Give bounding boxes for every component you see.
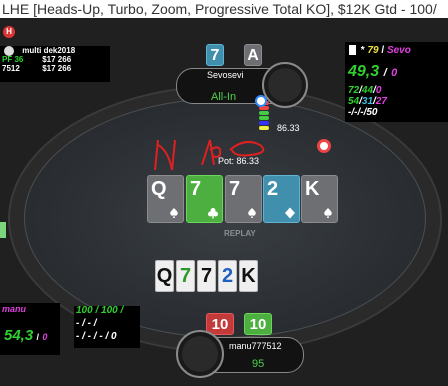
hud-prefix: PF 36 — [2, 55, 24, 64]
mini-card-1: Q — [155, 260, 174, 292]
spade-icon — [324, 208, 332, 218]
hud-tr-name: Sevo — [386, 45, 411, 56]
hud-tr-num: 79 — [367, 45, 379, 56]
hud-tr-big-suffix: 0 — [391, 67, 398, 79]
hud-bottom-mid[interactable]: 100 / 100 / - / - / - / - / - / 0 — [74, 306, 140, 348]
replay-button[interactable]: REPLAY — [224, 229, 256, 238]
hud-top-left[interactable]: multi dek2018 PF 36 $17 266 7512 $17 266 — [0, 46, 110, 82]
hud-tr-s2a: 54 — [348, 96, 360, 107]
opponent-action: All-In — [211, 91, 237, 103]
hud-tr-s1a: 72 — [348, 85, 360, 96]
hud-tr-s3b: - — [354, 107, 358, 118]
pot-label: Pot: 86.33 — [218, 156, 260, 166]
hud-value: 7512 — [2, 64, 20, 73]
spade-icon — [248, 208, 256, 218]
board-card-5: K — [301, 175, 338, 223]
hud-bl-name: manu — [2, 304, 27, 314]
hud-bl-suffix: 0 — [42, 332, 48, 342]
hud-tr-big: 49,3 — [348, 63, 380, 80]
hero-name: manu777512 — [229, 341, 282, 351]
mini-card-3: 7 — [197, 260, 216, 292]
mini-card-2: 7 — [176, 260, 195, 292]
opponent-hole-card-1: 7 — [206, 44, 224, 66]
red-scribble-annotation — [154, 139, 265, 171]
opponent-chip-icon — [255, 95, 267, 107]
hud-bm-row2: - / - / — [76, 318, 97, 329]
spade-icon — [170, 208, 178, 218]
hud-tr-s3c: - — [360, 107, 364, 118]
hud-tr-s3a: - — [348, 107, 352, 118]
hud-bottom-left[interactable]: manu 54,3 / 0 — [0, 303, 60, 355]
hud-stack-2: $17 266 — [42, 64, 72, 73]
opponent-bet: 86.33 — [277, 123, 300, 133]
opponent-name: Sevosevi — [207, 70, 244, 80]
dealer-button-icon — [317, 139, 331, 153]
opponent-hole-card-2: A — [244, 44, 262, 66]
mini-card-4: 2 — [218, 260, 237, 292]
notes-icon[interactable] — [349, 45, 356, 56]
hud-tr-s2c: 27 — [375, 96, 387, 107]
hud-top-right[interactable]: * 79 / Sevo 49,3 / 0 72/44/0 54/31/27 -/… — [345, 42, 448, 122]
hud-bm-row3: - / - / - / 0 — [76, 331, 117, 342]
diamond-icon — [285, 207, 295, 219]
hud-bm-row1: 100 / 100 / — [76, 305, 124, 316]
board-card-1: Q — [147, 175, 184, 223]
hero-avatar — [176, 330, 224, 378]
left-edge-marker — [0, 222, 6, 238]
club-icon — [208, 208, 218, 219]
hud-tr-s2b: 31 — [361, 96, 374, 107]
hero-hole-card-2: 10 — [244, 313, 272, 335]
hud-tr-s3d: 50 — [366, 107, 378, 118]
hud-tr-s1b: 44 — [361, 85, 374, 96]
mini-card-5: K — [239, 260, 258, 292]
hud-bl-value: 54,3 — [4, 327, 34, 344]
hero-stack: 95 — [252, 358, 265, 370]
hud-tr-s1c: 0 — [375, 85, 382, 96]
header-badge-icon[interactable]: H — [3, 26, 15, 38]
hud-player-name: multi dek2018 — [22, 46, 76, 56]
board-card-3: 7 — [225, 175, 262, 223]
hud-stack-1: $17 266 — [42, 55, 72, 64]
window-title: LHE [Heads-Up, Turbo, Zoom, Progressive … — [0, 0, 448, 18]
board-card-2: 7 — [186, 175, 223, 223]
board-card-4: 2 — [263, 175, 300, 223]
